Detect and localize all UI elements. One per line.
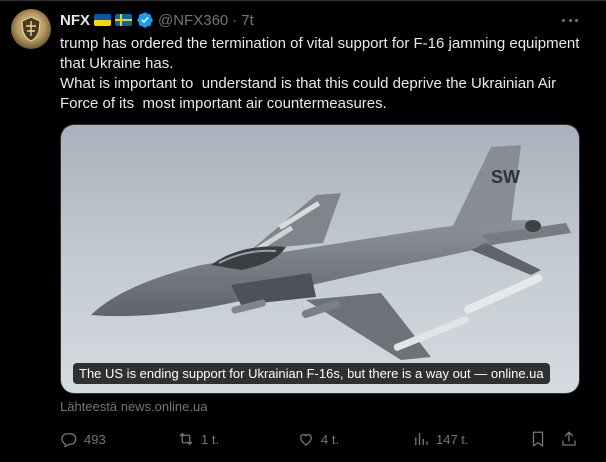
share-button[interactable] bbox=[560, 427, 578, 451]
like-count: 4 t. bbox=[321, 431, 340, 447]
separator: · bbox=[232, 11, 238, 29]
link-card[interactable]: SW The US is ending support for Ukrainia… bbox=[60, 124, 580, 394]
tweet[interactable]: NFX @NFX360 · 7t trump has ordered the t… bbox=[0, 0, 606, 462]
tweet-text-line: What is important to understand is that … bbox=[60, 75, 561, 112]
tail-code: SW bbox=[491, 167, 520, 187]
link-source[interactable]: Lähteestä news.online.ua bbox=[60, 399, 207, 414]
views-count: 147 t. bbox=[436, 431, 469, 447]
action-bar: 493 1 t. 4 t. 147 t. bbox=[60, 427, 590, 451]
reply-icon bbox=[61, 433, 77, 448]
verified-icon bbox=[137, 12, 153, 28]
bookmark-button[interactable] bbox=[529, 427, 547, 451]
ukraine-flag-icon bbox=[94, 14, 111, 26]
views-icon bbox=[415, 433, 428, 445]
author-handle[interactable]: @NFX360 bbox=[158, 12, 228, 29]
card-caption[interactable]: The US is ending support for Ukrainian F… bbox=[73, 363, 550, 384]
retweet-button[interactable]: 1 t. bbox=[177, 427, 219, 451]
retweet-icon bbox=[179, 432, 193, 446]
avatar[interactable] bbox=[11, 9, 51, 49]
author-name[interactable]: NFX bbox=[60, 12, 90, 29]
timestamp[interactable]: 7t bbox=[241, 12, 254, 29]
more-icon[interactable] bbox=[558, 11, 582, 29]
f16-jet-image: SW bbox=[61, 125, 579, 393]
retweet-count: 1 t. bbox=[201, 431, 220, 447]
sweden-flag-icon bbox=[115, 14, 132, 26]
reply-button[interactable]: 493 bbox=[60, 427, 106, 451]
tweet-text: trump has ordered the termination of vit… bbox=[60, 34, 590, 114]
like-button[interactable]: 4 t. bbox=[297, 427, 339, 451]
avatar-emblem-icon bbox=[21, 16, 41, 42]
like-icon bbox=[300, 433, 312, 446]
bookmark-icon bbox=[532, 431, 544, 448]
tweet-text-line: trump has ordered the termination of vit… bbox=[60, 35, 584, 72]
reply-count: 493 bbox=[84, 431, 106, 447]
tweet-header: NFX @NFX360 · 7t bbox=[60, 10, 254, 30]
views-button[interactable]: 147 t. bbox=[412, 427, 469, 451]
share-icon bbox=[562, 431, 576, 446]
